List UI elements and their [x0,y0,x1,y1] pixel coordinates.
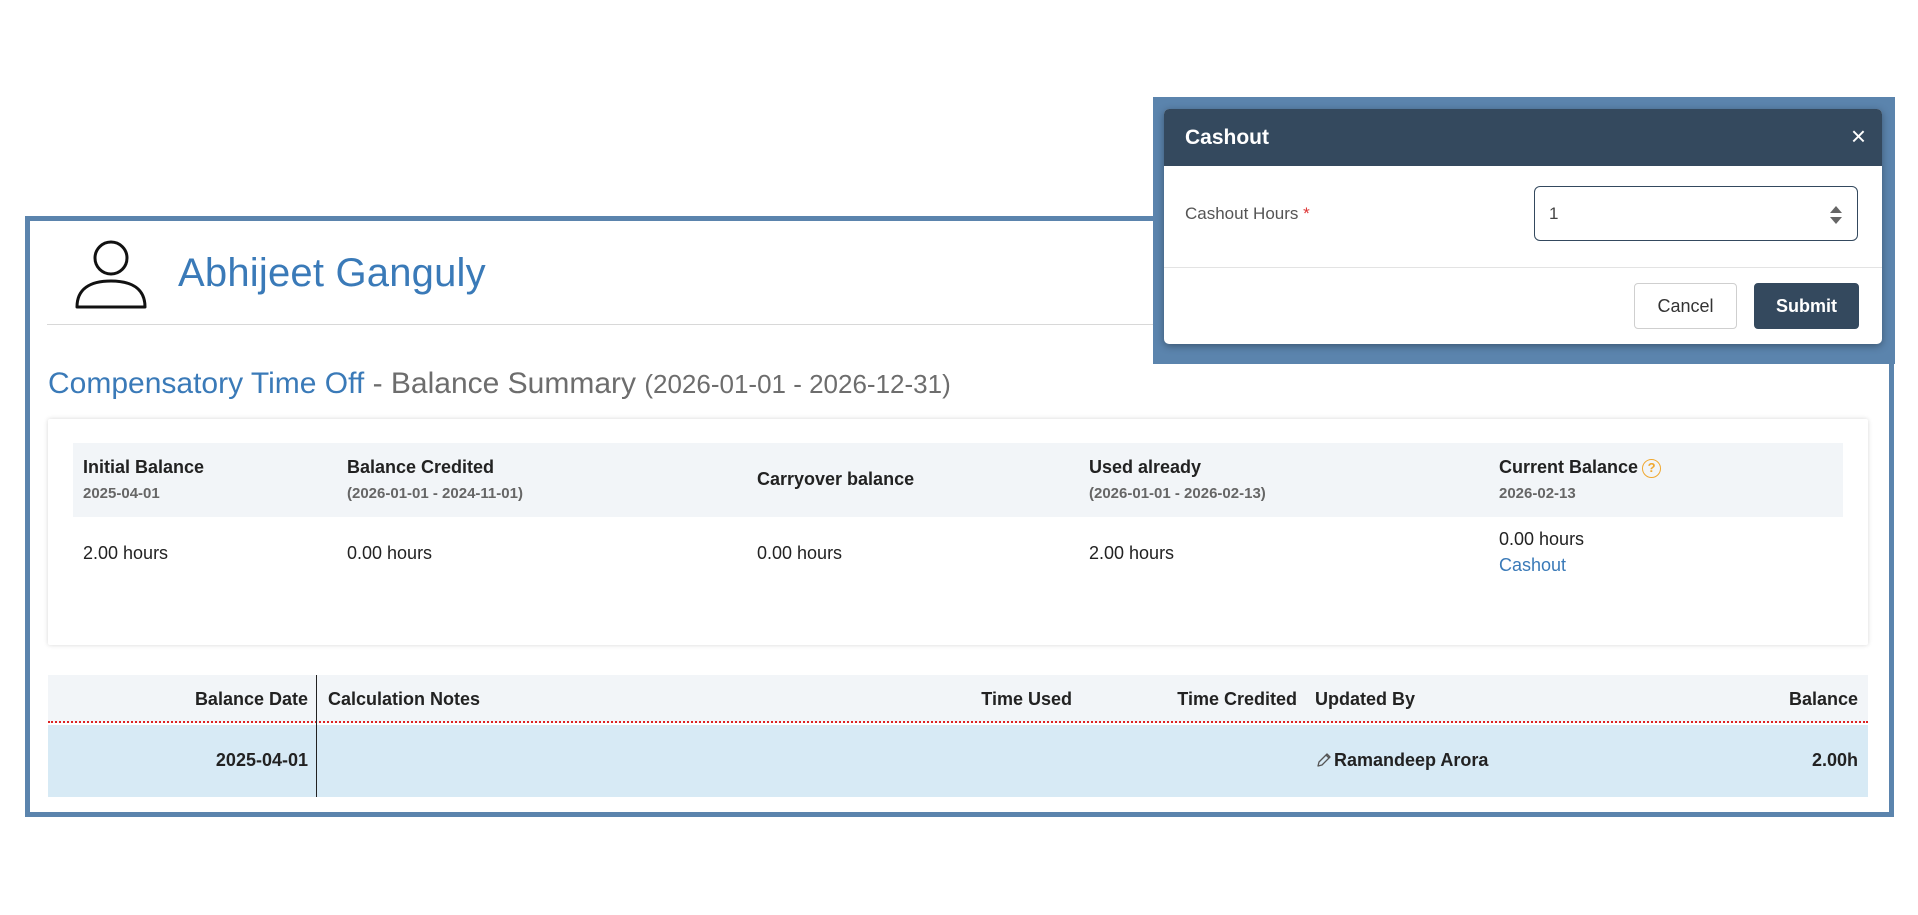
modal-header: Cashout × [1164,109,1882,166]
pencil-icon[interactable] [1315,751,1333,769]
close-icon[interactable]: × [1851,123,1866,149]
section-title-text: - Balance Summary [364,367,645,400]
section-title: Compensatory Time Off - Balance Summary … [48,367,951,401]
required-marker: * [1303,204,1310,223]
balance-history-table: Balance Date Calculation Notes Time Used… [48,675,1868,797]
initial-balance-value: 2.00 hours [83,543,169,563]
cell-updated-by: Ramandeep Arora [1315,750,1488,771]
table-row[interactable]: 2025-04-01 Ramandeep Arora 2.00h [48,725,1868,797]
updated-by-name: Ramandeep Arora [1334,750,1489,770]
cancel-button[interactable]: Cancel [1634,283,1737,329]
balance-credited-range: (2026-01-01 - 2024-11-01) [347,485,523,502]
cashout-modal: Cashout × Cashout Hours * Cancel Submit [1164,109,1882,344]
cashout-hours-label-text: Cashout Hours [1185,204,1299,223]
header-calculation-notes[interactable]: Calculation Notes [328,689,480,710]
stepper-arrows-icon[interactable] [1829,205,1843,225]
cell-balance-date: 2025-04-01 [215,750,308,770]
header-time-credited[interactable]: Time Credited [1177,689,1297,710]
section-date-range: (2026-01-01 - 2026-12-31) [644,369,951,399]
modal-divider [1164,267,1882,268]
header-time-used[interactable]: Time Used [981,689,1072,710]
balance-credited-label: Balance Credited [347,457,495,477]
header-updated-by[interactable]: Updated By [1315,689,1415,710]
leave-type-link[interactable]: Compensatory Time Off [48,367,364,400]
submit-button[interactable]: Submit [1754,283,1859,329]
cashout-modal-frame: Cashout × Cashout Hours * Cancel Submit [1153,97,1895,364]
carryover-value: 0.00 hours [757,543,843,563]
help-icon[interactable]: ? [1642,459,1662,478]
balance-credited-value: 0.00 hours [347,543,433,563]
table-header: Balance Date Calculation Notes Time Used… [48,675,1868,723]
cashout-hours-label: Cashout Hours * [1185,204,1310,224]
used-already-label: Used already [1089,457,1202,477]
current-balance-date: 2026-02-13 [1499,485,1576,502]
cell-balance: 2.00h [1811,750,1858,770]
header-balance[interactable]: Balance [1789,689,1858,710]
modal-title: Cashout [1185,126,1269,149]
balance-summary-card: Initial Balance 2025-04-01 Balance Credi… [48,419,1868,645]
used-already-range: (2026-01-01 - 2026-02-13) [1089,485,1266,502]
cashout-hours-input[interactable] [1534,186,1858,241]
user-outline-icon [75,240,147,309]
initial-balance-date: 2025-04-01 [83,485,160,502]
column-divider [316,675,317,797]
employee-name: Abhijeet Ganguly [178,251,486,295]
cashout-link[interactable]: Cashout [1499,555,1566,576]
summary-header: Initial Balance 2025-04-01 Balance Credi… [73,443,1843,517]
initial-balance-label: Initial Balance [83,457,205,477]
used-already-value: 2.00 hours [1089,543,1175,563]
header-balance-date[interactable]: Balance Date [195,689,308,710]
current-balance-value: 0.00 hours [1499,529,1585,549]
current-balance-label: Current Balance [1499,457,1639,477]
current-balance-heading: Current Balance? [1499,457,1662,478]
carryover-label: Carryover balance [757,469,915,489]
